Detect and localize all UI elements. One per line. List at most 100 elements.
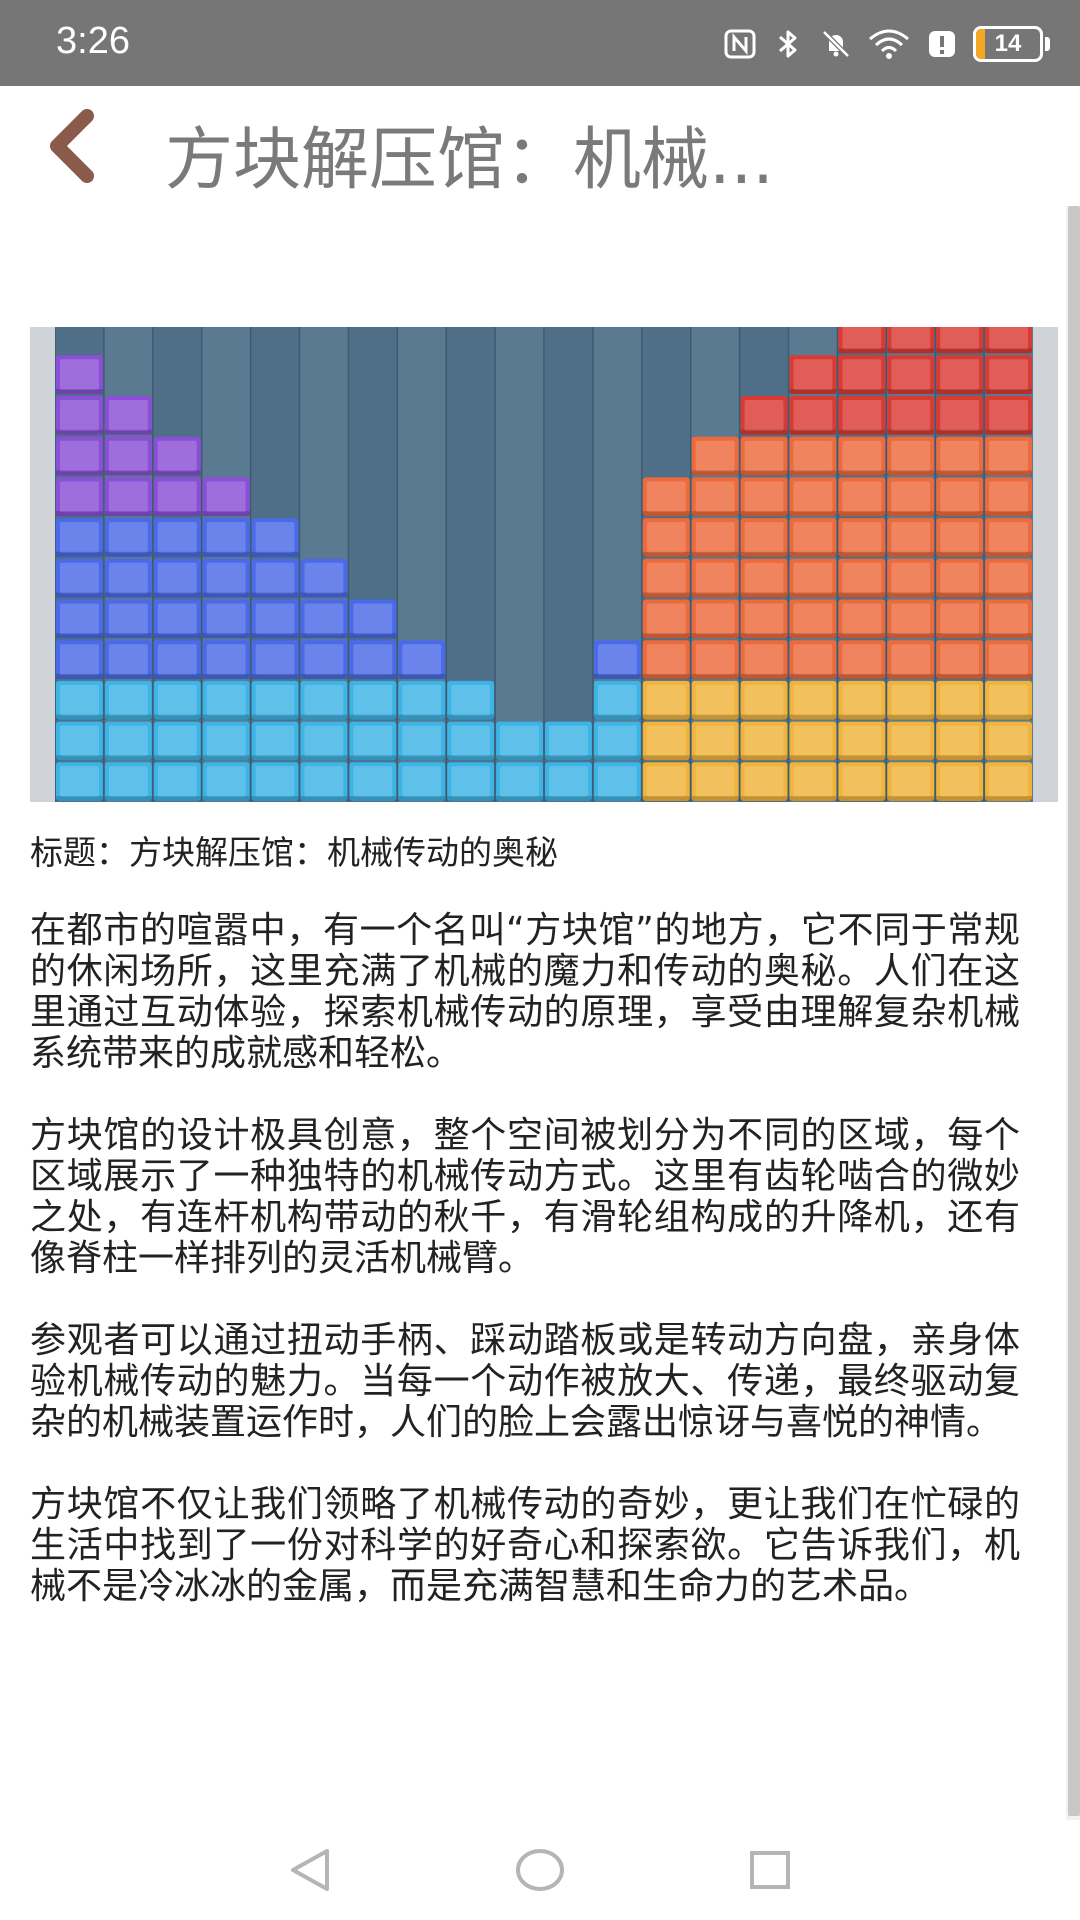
block-highlight [744, 644, 784, 675]
block-shadow [887, 429, 935, 435]
left-rail [30, 327, 55, 802]
block-highlight [646, 481, 686, 513]
block-shadow [56, 633, 103, 639]
block-highlight [891, 562, 931, 594]
block-shadow [496, 755, 543, 761]
block-shadow [202, 673, 250, 679]
block-highlight [793, 603, 833, 635]
block-highlight [989, 400, 1028, 431]
block-highlight [60, 481, 99, 513]
block-highlight [891, 522, 931, 553]
block-shadow [985, 633, 1032, 639]
block-shadow [104, 429, 152, 435]
block-shadow [789, 633, 837, 639]
block-highlight [157, 562, 197, 594]
block-highlight [695, 644, 735, 675]
block-shadow [642, 755, 690, 761]
block-shadow [56, 511, 103, 517]
block-highlight [842, 766, 882, 797]
block-shadow [642, 511, 690, 517]
block-highlight [353, 644, 393, 675]
block-shadow [740, 796, 788, 801]
block-shadow [887, 714, 935, 720]
block-shadow [936, 796, 984, 801]
block-highlight [60, 522, 99, 553]
block-highlight [940, 766, 980, 797]
block-highlight [891, 644, 931, 675]
nav-home-button[interactable] [510, 1840, 570, 1900]
block-highlight [793, 359, 833, 390]
recents-square-icon [750, 1851, 790, 1889]
block-shadow [349, 673, 397, 679]
block-highlight [206, 603, 246, 635]
block-highlight [842, 359, 882, 390]
block-highlight [255, 644, 295, 675]
block-highlight [402, 766, 442, 797]
block-shadow [153, 633, 201, 639]
block-shadow [789, 796, 837, 801]
back-button[interactable] [38, 106, 108, 186]
block-shadow [838, 389, 886, 394]
block-highlight [353, 725, 393, 757]
block-shadow [691, 633, 739, 639]
block-highlight [451, 684, 491, 716]
block-highlight [989, 644, 1028, 675]
block-highlight [157, 440, 197, 472]
block-shadow [153, 592, 201, 598]
block-highlight [695, 766, 735, 797]
block-highlight [108, 481, 148, 513]
block-highlight [793, 684, 833, 716]
block-highlight [500, 766, 539, 797]
block-highlight [793, 440, 833, 472]
block-shadow [985, 470, 1032, 476]
block-highlight [255, 603, 295, 635]
scrollbar-thumb[interactable] [1068, 206, 1080, 1816]
block-shadow [398, 755, 446, 761]
block-highlight [206, 644, 246, 675]
block-highlight [597, 684, 637, 716]
block-shadow [985, 673, 1032, 679]
block-highlight [793, 766, 833, 797]
block-shadow [838, 470, 886, 476]
block-shadow [985, 551, 1032, 557]
block-puzzle-image [30, 327, 1058, 802]
block-highlight [842, 644, 882, 675]
nav-back-button[interactable] [280, 1840, 340, 1900]
block-highlight [646, 644, 686, 675]
block-highlight [157, 766, 197, 797]
block-highlight [402, 644, 442, 675]
block-highlight [744, 603, 784, 635]
block-highlight [989, 481, 1028, 513]
block-highlight [60, 562, 99, 594]
block-highlight [695, 603, 735, 635]
block-highlight [891, 725, 931, 757]
block-shadow [300, 633, 348, 639]
block-highlight [597, 725, 637, 757]
block-highlight [60, 603, 99, 635]
block-highlight [989, 327, 1028, 350]
status-bar: 3:26 14 [0, 0, 1080, 86]
block-shadow [838, 755, 886, 761]
block-highlight [206, 481, 246, 513]
block-highlight [646, 725, 686, 757]
nav-recents-button[interactable] [740, 1840, 800, 1900]
block-shadow [838, 511, 886, 517]
right-rail [1033, 327, 1058, 802]
block-shadow [838, 551, 886, 557]
block-highlight [744, 725, 784, 757]
block-highlight [842, 400, 882, 431]
block-shadow [838, 633, 886, 639]
block-highlight [842, 684, 882, 716]
block-highlight [989, 440, 1028, 472]
block-highlight [940, 562, 980, 594]
block-highlight [891, 684, 931, 716]
block-shadow [56, 429, 103, 435]
block-shadow [447, 714, 495, 720]
block-shadow [398, 673, 446, 679]
block-shadow [202, 511, 250, 517]
block-shadow [789, 551, 837, 557]
block-highlight [695, 481, 735, 513]
page-title: 方块解压馆：机械... [165, 121, 774, 200]
block-shadow [202, 796, 250, 801]
bluetooth-icon [771, 24, 805, 64]
